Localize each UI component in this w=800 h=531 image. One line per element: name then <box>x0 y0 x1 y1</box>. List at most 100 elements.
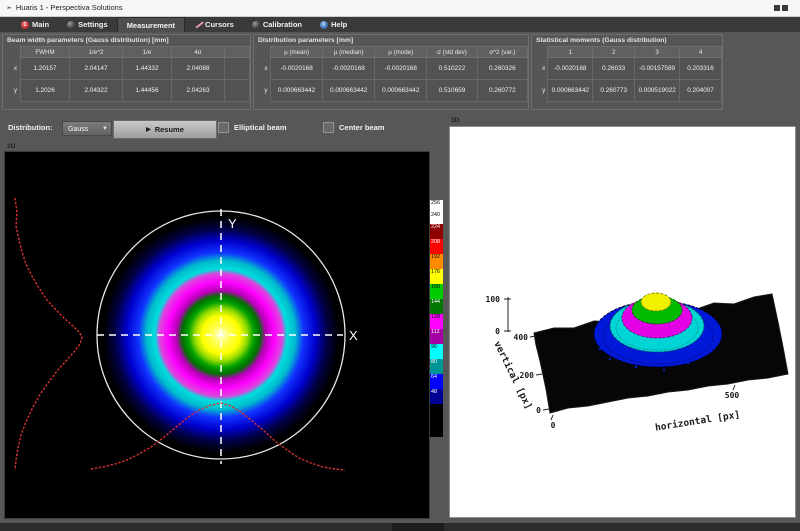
cell: 0.000663442 <box>548 80 593 102</box>
tab-label: Calibration <box>263 20 302 29</box>
panel-title: Beam width parameters (Gauss distributio… <box>3 35 250 46</box>
cell: -0.0020168 <box>323 58 375 80</box>
colorbar-segment: 208 <box>430 239 443 254</box>
cell: -0.0020168 <box>548 58 593 80</box>
col-header <box>225 47 250 58</box>
taskbar[interactable] <box>0 523 800 531</box>
row-label: y <box>262 80 271 102</box>
colorbar-segment: 192 <box>430 254 443 269</box>
beam-width-panel: Beam width parameters (Gauss distributio… <box>2 34 251 110</box>
cell: 0.510659 <box>427 80 477 102</box>
cell: 0.260773 <box>593 80 635 102</box>
settings-icon <box>67 21 75 29</box>
cell: 2.04147 <box>70 58 123 80</box>
colorbar-segment: 96 <box>430 344 443 359</box>
table-row: y 0.000663442 0.000663442 0.000663442 0.… <box>262 80 528 102</box>
table-row: x 1.20157 2.04147 1.44332 2.04088 <box>11 58 250 80</box>
center-beam-checkbox-row: Center beam <box>323 122 384 133</box>
horizontal-axis-label: horizontal [px] <box>654 409 740 433</box>
distribution-combobox[interactable]: Gauss ▼ <box>62 121 112 136</box>
cell: 2.04263 <box>172 80 225 102</box>
tab-label: Main <box>32 20 49 29</box>
row-label: y <box>540 80 548 102</box>
window-buttons-icon[interactable] <box>774 5 788 11</box>
tab-settings[interactable]: Settings <box>58 17 117 32</box>
plot3d-title: 3D <box>451 117 459 124</box>
corner-cell <box>11 47 21 58</box>
tab-label: Measurement <box>127 21 175 30</box>
row-label: x <box>262 58 271 80</box>
tab-calibration[interactable]: Calibration <box>243 17 311 32</box>
center-beam-checkbox[interactable] <box>323 122 334 133</box>
cell: 2.04088 <box>172 58 225 80</box>
table-row: y 1.2026 2.04322 1.44456 2.04263 <box>11 80 250 102</box>
colorbar-segment: 80 <box>430 359 443 374</box>
panel-title: Statistical moments (Gauss distribution) <box>532 35 722 46</box>
plot2d-title: 2D <box>7 143 15 150</box>
play-icon: ▶ <box>146 126 151 133</box>
tab-label: Help <box>331 20 347 29</box>
colorbar-segment: 240 <box>430 212 443 224</box>
corner-cell <box>540 47 548 58</box>
colorbar-segment: 48 <box>430 389 443 404</box>
colorbar: 25624022420819217616014412811296806448 <box>430 200 443 437</box>
col-header: µ (mean) <box>271 47 323 58</box>
cell: -0.00157589 <box>635 58 680 80</box>
table-row: x -0.0020168 -0.0020168 -0.0020168 0.510… <box>262 58 528 80</box>
cell: -0.0020168 <box>375 58 427 80</box>
cell: 0.203316 <box>680 58 722 80</box>
y-axis-label: Y <box>228 216 237 231</box>
col-header: 1 <box>548 47 593 58</box>
cell: 1.44332 <box>123 58 172 80</box>
row-label: y <box>11 80 21 102</box>
colorbar-segment <box>430 404 443 437</box>
x-axis-label: X <box>349 328 358 343</box>
elliptical-beam-label[interactable]: Elliptical beam <box>234 123 287 132</box>
tab-label: Cursors <box>205 20 234 29</box>
main-icon: 1 <box>21 21 29 29</box>
help-icon: i <box>320 21 328 29</box>
table-row: y 0.000663442 0.260773 0.000519022 0.204… <box>540 80 722 102</box>
cell: 1.20157 <box>21 58 70 80</box>
cell: 1.44456 <box>123 80 172 102</box>
tab-bar: 1 Main Settings Measurement Cursors Cali… <box>0 17 800 32</box>
elliptical-beam-checkbox-row: Elliptical beam <box>218 122 287 133</box>
elliptical-beam-checkbox[interactable] <box>218 122 229 133</box>
cell: 0.000663442 <box>323 80 375 102</box>
z-tick-100: 100 <box>486 295 501 304</box>
window-button-icon[interactable] <box>782 5 788 11</box>
col-header: µ (mode) <box>375 47 427 58</box>
resume-button[interactable]: ▶ Resume <box>113 120 217 139</box>
colorbar-segment: 128 <box>430 314 443 329</box>
distribution-label: Distribution: <box>8 123 53 132</box>
cell: -0.0020168 <box>271 58 323 80</box>
resume-button-label: Resume <box>155 125 184 134</box>
row-label: x <box>540 58 548 80</box>
tab-help[interactable]: i Help <box>311 17 356 32</box>
plot2d-canvas: Y X <box>4 151 430 519</box>
center-beam-label[interactable]: Center beam <box>339 123 384 132</box>
tab-cursors[interactable]: Cursors <box>185 17 243 32</box>
h-tick-0: 0 <box>551 421 556 430</box>
cell: 0.260772 <box>477 80 527 102</box>
col-header: 1/e^2 <box>70 47 123 58</box>
distribution-params-panel: Distribution parameters [mm] µ (mean) µ … <box>253 34 529 110</box>
panel-title: Distribution parameters [mm] <box>254 35 528 46</box>
col-header: 1/e <box>123 47 172 58</box>
col-header: 2 <box>593 47 635 58</box>
tab-main[interactable]: 1 Main <box>12 17 58 32</box>
colorbar-segment: 112 <box>430 329 443 344</box>
col-header: 4 <box>680 47 722 58</box>
app-icon: ➣ <box>6 1 12 17</box>
window-button-icon[interactable] <box>774 5 780 11</box>
colorbar-segment: 160 <box>430 284 443 299</box>
chevron-down-icon[interactable]: ▼ <box>102 122 108 137</box>
cell: 0.000519022 <box>635 80 680 102</box>
table-row: x -0.0020168 0.26033 -0.00157589 0.20331… <box>540 58 722 80</box>
col-header: FWHM <box>21 47 70 58</box>
cell: 0.26033 <box>593 58 635 80</box>
y-profile-curve <box>15 198 82 470</box>
tab-measurement[interactable]: Measurement <box>117 17 185 32</box>
window-title: Huaris 1 - Perspectiva Solutions <box>16 3 123 12</box>
v-tick-400: 400 <box>514 333 529 342</box>
